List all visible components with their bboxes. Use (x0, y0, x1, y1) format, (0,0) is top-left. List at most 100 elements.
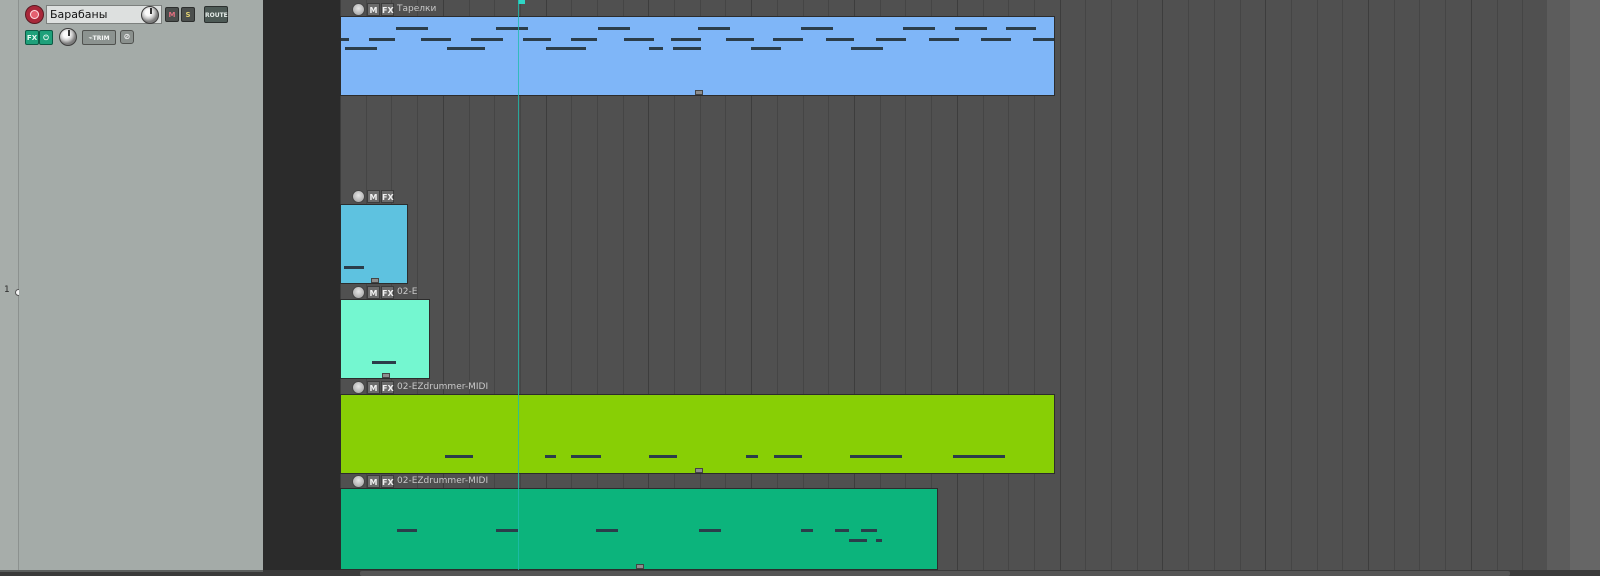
midi-note (598, 27, 630, 30)
midi-note (624, 38, 654, 41)
midi-note (826, 38, 854, 41)
item-name: 02-EZdrummer-MIDI (397, 476, 489, 486)
item-name: 02-E (397, 287, 418, 297)
midi-note (851, 47, 883, 50)
midi-note (953, 455, 1005, 458)
trim-button[interactable]: ⌁TRIM (82, 30, 116, 45)
mute-button[interactable]: M (165, 7, 179, 22)
midi-note (1033, 38, 1054, 41)
item-lock-icon[interactable] (352, 190, 365, 203)
midi-note (801, 529, 813, 532)
midi-note (835, 529, 849, 532)
midi-item[interactable] (340, 16, 1055, 96)
midi-note (746, 455, 758, 458)
midi-note (341, 38, 349, 41)
midi-note (955, 27, 987, 30)
item-mute-button[interactable]: M (367, 475, 380, 488)
midi-note (545, 455, 556, 458)
item-mute-button[interactable]: M (367, 381, 380, 394)
midi-note (698, 27, 730, 30)
midi-note (876, 38, 906, 41)
midi-note (447, 47, 485, 50)
playhead-cursor[interactable] (518, 0, 519, 570)
midi-note (673, 47, 701, 50)
item-fx-button[interactable]: FX (381, 3, 394, 16)
item-mute-button[interactable]: M (367, 190, 380, 203)
midi-note (801, 27, 833, 30)
midi-note (850, 455, 902, 458)
midi-note (699, 529, 721, 532)
midi-note (981, 38, 1011, 41)
midi-note (671, 38, 701, 41)
item-name: 02-EZdrummer-MIDI (397, 382, 489, 392)
midi-note (849, 539, 867, 542)
panel-divider[interactable] (263, 0, 340, 570)
item-fx-button[interactable]: FX (381, 286, 394, 299)
midi-note (523, 38, 551, 41)
volume-knob[interactable] (141, 6, 159, 24)
item-mute-button[interactable]: M (367, 286, 380, 299)
fx-button[interactable]: FX (25, 30, 39, 45)
item-lock-icon[interactable] (352, 475, 365, 488)
midi-note (397, 529, 417, 532)
item-lock-icon[interactable] (352, 3, 365, 16)
item-lock-icon[interactable] (352, 286, 365, 299)
fx-bypass-button[interactable]: ⏻ (39, 30, 53, 45)
midi-note (496, 27, 528, 30)
track-control-panel[interactable] (19, 0, 263, 570)
midi-note (344, 266, 364, 269)
trim-label: TRIM (92, 35, 110, 42)
item-resize-handle[interactable] (371, 278, 379, 283)
record-arm-button[interactable] (25, 5, 44, 24)
midi-note (571, 38, 597, 41)
item-fx-button[interactable]: FX (381, 190, 394, 203)
midi-note (471, 38, 503, 41)
midi-note (396, 27, 428, 30)
midi-note (773, 38, 803, 41)
item-resize-handle[interactable] (695, 90, 703, 95)
horizontal-scrollbar-thumb[interactable] (360, 571, 1510, 576)
midi-note (496, 529, 518, 532)
midi-note (369, 38, 395, 41)
track-number-strip[interactable]: 1 (0, 0, 19, 570)
midi-note (421, 38, 451, 41)
midi-note (596, 529, 618, 532)
item-mute-button[interactable]: M (367, 3, 380, 16)
midi-note (861, 529, 877, 532)
midi-note (876, 539, 882, 542)
midi-note (774, 455, 802, 458)
midi-note (903, 27, 935, 30)
track-number: 1 (4, 285, 10, 295)
midi-note (546, 47, 586, 50)
io-icon[interactable]: ⊘ (120, 30, 134, 44)
midi-note (649, 455, 677, 458)
midi-item[interactable] (340, 204, 408, 284)
pan-knob[interactable] (59, 28, 77, 46)
item-fx-button[interactable]: FX (381, 475, 394, 488)
midi-note (751, 47, 781, 50)
item-name: Тарелки (397, 4, 437, 14)
midi-item[interactable] (340, 488, 938, 570)
midi-note (345, 47, 377, 50)
item-resize-handle[interactable] (382, 373, 390, 378)
item-lock-icon[interactable] (352, 381, 365, 394)
arrange-view[interactable]: M FX Тарелки M FX M FX 02-E M FX 02-EZdr… (340, 0, 1600, 570)
midi-item[interactable] (340, 299, 430, 379)
tcp-bottom-line (0, 570, 263, 572)
midi-note (445, 455, 473, 458)
vertical-scrollbar-track[interactable] (1570, 0, 1600, 570)
record-arm-icon (30, 10, 39, 19)
midi-note (649, 47, 663, 50)
solo-button[interactable]: S (181, 7, 195, 22)
item-resize-handle[interactable] (636, 564, 644, 569)
item-resize-handle[interactable] (695, 468, 703, 473)
midi-note (571, 455, 601, 458)
midi-item[interactable] (340, 394, 1055, 474)
item-fx-button[interactable]: FX (381, 381, 394, 394)
playhead-marker[interactable] (518, 0, 525, 4)
midi-note (726, 38, 754, 41)
route-button[interactable]: ROUTE (204, 6, 228, 23)
midi-note (1006, 27, 1036, 30)
reaper-window: 1 Барабаны M S ROUTE FX ⏻ ⌁TRIM ⊘ M FX Т… (0, 0, 1600, 576)
midi-note (372, 361, 396, 364)
